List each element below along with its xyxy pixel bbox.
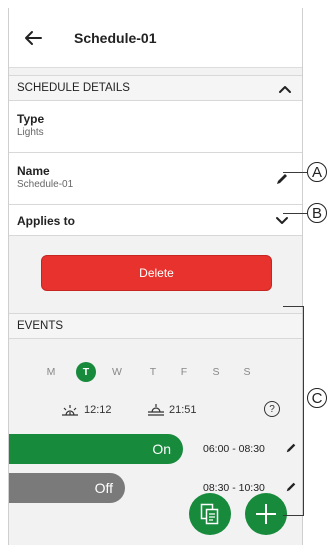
pencil-icon[interactable] [285,442,297,454]
sunrise-icon [62,405,78,416]
copy-icon [200,503,219,525]
add-event-button[interactable] [245,493,287,535]
schedule-details-title: SCHEDULE DETAILS [17,82,130,94]
pencil-icon[interactable] [275,172,289,186]
type-value: Lights [17,127,44,138]
top-bar: Schedule-01 [9,8,302,68]
copy-button[interactable] [189,493,231,535]
day-wednesday[interactable]: W [107,362,127,382]
chevron-down-icon[interactable] [275,216,289,226]
event-state-off[interactable]: Off [9,473,125,503]
day-sunday[interactable]: S [237,362,257,382]
schedule-details-header[interactable]: SCHEDULE DETAILS [9,75,302,101]
callout-a: A [307,162,327,182]
day-selector: M T W T F S S [9,362,302,382]
sunset-time: 21:51 [169,404,197,416]
sunrise-time: 12:12 [84,404,112,416]
chevron-up-icon[interactable] [278,84,292,94]
callout-b-line [283,213,307,214]
event-state-on[interactable]: On [9,434,183,464]
applies-to-row[interactable]: Applies to [9,205,302,236]
day-monday[interactable]: M [41,362,61,382]
day-friday[interactable]: F [174,362,194,382]
callout-c-bracket [303,306,304,516]
pencil-icon[interactable] [285,481,297,493]
plus-icon [256,504,276,524]
help-icon[interactable]: ? [264,401,280,417]
events-title: EVENTS [17,320,64,332]
events-header: EVENTS [9,313,302,339]
callout-c-bracket-top [283,306,304,307]
type-label: Type [17,112,45,126]
page-title: Schedule-01 [74,30,157,46]
sunset-icon [148,404,164,416]
arrow-left-icon[interactable] [21,26,45,50]
callout-a-line [283,172,307,173]
name-value: Schedule-01 [17,179,74,190]
event-time-1: 06:00 - 08:30 [203,443,265,455]
day-thursday[interactable]: T [143,362,163,382]
callout-b: B [307,203,327,223]
applies-to-label: Applies to [17,214,76,228]
callout-c-bracket-bottom [283,515,304,516]
delete-button[interactable]: Delete [41,255,272,291]
type-row: Type Lights [9,101,302,153]
callout-c: C [307,388,327,408]
sun-times-row: 12:12 21:51 ? [9,401,302,421]
day-saturday[interactable]: S [206,362,226,382]
schedule-screen: Schedule-01 SCHEDULE DETAILS Type Lights… [8,8,303,545]
day-tuesday[interactable]: T [76,362,96,382]
name-label: Name [17,164,50,178]
name-row[interactable]: Name Schedule-01 [9,153,302,205]
